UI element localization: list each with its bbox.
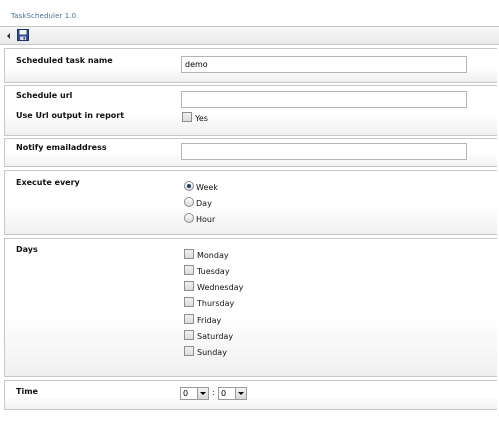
day-monday-checkbox[interactable] xyxy=(184,249,194,259)
execute-week-radio[interactable] xyxy=(184,181,194,191)
day-tuesday-label: Tuesday xyxy=(197,267,230,276)
notify-email-label: Notify emailaddress xyxy=(16,143,107,152)
task-name-label: Scheduled task name xyxy=(16,56,113,65)
toolbar xyxy=(0,26,499,45)
section-execute-every: Execute every Week Day Hour xyxy=(4,170,497,235)
minute-select[interactable]: 0 xyxy=(218,387,247,400)
time-label: Time xyxy=(16,387,38,396)
schedule-url-input[interactable] xyxy=(181,91,467,108)
section-days: Days Monday Tuesday Wednesday Thursday F… xyxy=(4,238,497,377)
section-task-name: Scheduled task name xyxy=(4,48,497,83)
day-wednesday-checkbox[interactable] xyxy=(184,281,194,291)
floppy-disk-icon[interactable] xyxy=(17,29,29,41)
chevron-down-icon[interactable] xyxy=(235,388,246,399)
day-tuesday-checkbox[interactable] xyxy=(184,265,194,275)
section-time: Time 0 : 0 xyxy=(4,380,497,410)
execute-every-label: Execute every xyxy=(16,178,80,187)
execute-day-label: Day xyxy=(196,199,212,208)
use-url-output-option: Yes xyxy=(195,114,208,123)
time-separator: : xyxy=(212,388,215,397)
day-thursday-checkbox[interactable] xyxy=(184,297,194,307)
day-friday-label: Friday xyxy=(197,316,222,325)
day-saturday-label: Saturday xyxy=(197,332,234,341)
notify-email-input[interactable] xyxy=(181,143,467,160)
execute-hour-radio[interactable] xyxy=(184,213,194,223)
day-monday-label: Monday xyxy=(197,251,229,260)
window-title: TaskScheduler 1.0 xyxy=(11,12,77,20)
section-notify-email: Notify emailaddress xyxy=(4,138,497,167)
hour-value: 0 xyxy=(183,389,189,398)
window-title-bar: TaskScheduler 1.0 xyxy=(0,0,499,26)
minute-value: 0 xyxy=(221,389,227,398)
arrow-left-icon[interactable] xyxy=(7,33,10,39)
day-friday-checkbox[interactable] xyxy=(184,314,194,324)
chevron-down-icon[interactable] xyxy=(197,388,208,399)
schedule-url-label: Schedule url xyxy=(16,91,73,100)
section-schedule-url: Schedule url Use Url output in report Ye… xyxy=(4,85,497,136)
day-thursday-label: Thursday xyxy=(197,299,235,308)
task-name-input[interactable] xyxy=(181,56,467,73)
day-saturday-checkbox[interactable] xyxy=(184,330,194,340)
use-url-output-label: Use Url output in report xyxy=(16,111,125,120)
execute-hour-label: Hour xyxy=(196,215,216,224)
days-label: Days xyxy=(16,245,38,254)
execute-week-label: Week xyxy=(196,183,218,192)
hour-select[interactable]: 0 xyxy=(180,387,209,400)
execute-day-radio[interactable] xyxy=(184,197,194,207)
day-sunday-checkbox[interactable] xyxy=(184,346,194,356)
day-wednesday-label: Wednesday xyxy=(197,283,244,292)
use-url-output-checkbox[interactable] xyxy=(182,112,192,122)
day-sunday-label: Sunday xyxy=(197,348,227,357)
